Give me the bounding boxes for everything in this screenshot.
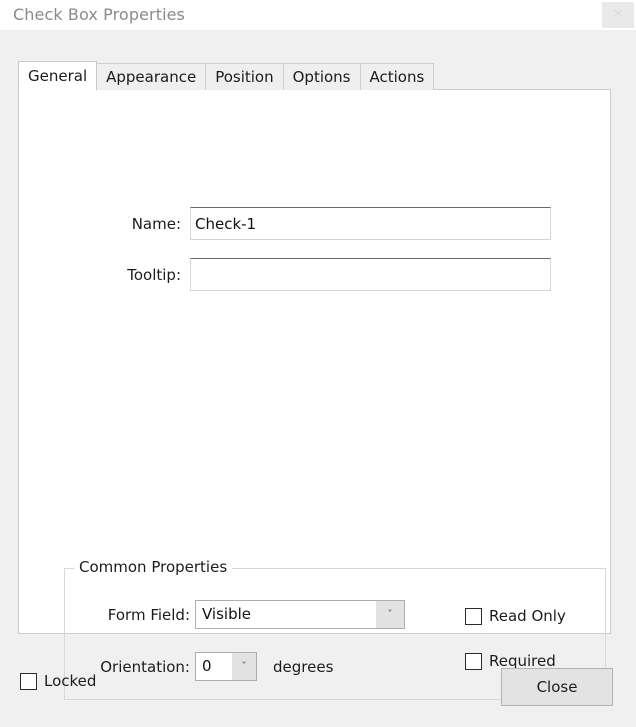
- checkbox-box-icon: [20, 672, 37, 690]
- name-field-row: Name:: [19, 207, 612, 240]
- tab-options[interactable]: Options: [282, 63, 361, 90]
- tab-position[interactable]: Position: [205, 63, 284, 90]
- form-field-label: Form Field:: [107, 606, 190, 624]
- chevron-down-icon: ˇ: [232, 653, 256, 680]
- form-field-value: Visible: [202, 605, 251, 623]
- checkbox-box-icon: [465, 607, 482, 625]
- tab-actions[interactable]: Actions: [359, 63, 435, 90]
- form-field-select[interactable]: Visible ˇ: [195, 600, 405, 629]
- common-properties-title: Common Properties: [74, 558, 233, 576]
- close-x-icon[interactable]: ✕: [602, 2, 634, 28]
- orientation-value: 0: [202, 657, 212, 675]
- window-title: Check Box Properties: [13, 5, 185, 24]
- degrees-label: degrees: [273, 658, 334, 676]
- chevron-down-icon: ˇ: [376, 601, 404, 628]
- name-input[interactable]: [190, 207, 551, 240]
- tooltip-field-row: Tooltip:: [19, 258, 612, 291]
- read-only-checkbox[interactable]: Read Only: [465, 607, 566, 625]
- orientation-select[interactable]: 0 ˇ: [195, 652, 257, 681]
- tab-content-general: Name: Tooltip: Common Properties Form Fi…: [18, 89, 612, 700]
- close-button[interactable]: Close: [501, 668, 613, 706]
- tab-general[interactable]: General: [18, 61, 98, 90]
- orientation-label: Orientation:: [100, 658, 190, 676]
- window-titlebar: Check Box Properties ✕: [0, 0, 636, 30]
- checkbox-box-icon: [465, 652, 482, 670]
- name-label: Name:: [131, 214, 181, 233]
- locked-checkbox[interactable]: Locked: [20, 672, 96, 690]
- tooltip-label: Tooltip:: [127, 265, 181, 284]
- locked-label: Locked: [44, 672, 97, 690]
- read-only-label: Read Only: [489, 607, 566, 625]
- tab-appearance[interactable]: Appearance: [96, 63, 207, 90]
- tab-strip: General Appearance Position Options Acti…: [18, 61, 435, 90]
- tooltip-input[interactable]: [190, 258, 551, 291]
